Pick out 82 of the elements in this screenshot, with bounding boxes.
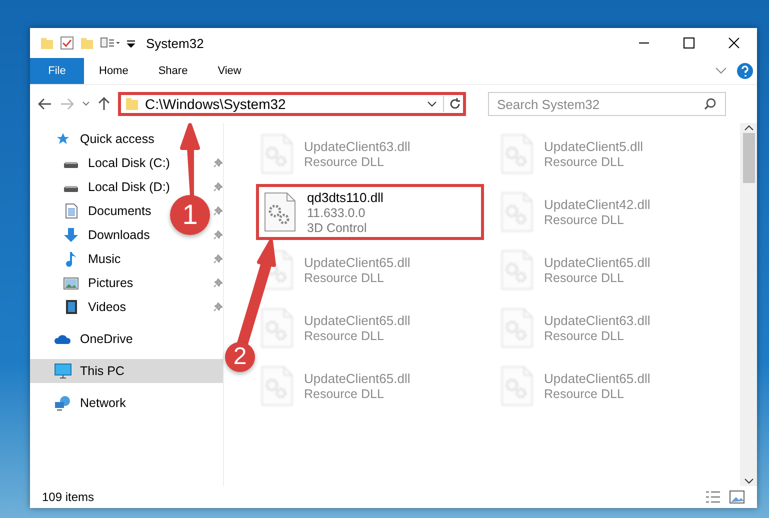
- file-name: qd3dts110.dll: [307, 190, 384, 204]
- address-bar[interactable]: C:\Windows\System32: [118, 92, 466, 116]
- file-gear-icon: [500, 249, 534, 291]
- sidebar-item[interactable]: Quick access: [30, 127, 223, 151]
- file-gear-icon: [260, 307, 294, 349]
- file-name: UpdateClient65.dll: [544, 371, 650, 386]
- picture-icon: [63, 276, 79, 290]
- maximize-icon[interactable]: [683, 37, 695, 49]
- file-detail: Resource DLL: [544, 329, 625, 343]
- sidebar-item[interactable]: Network: [30, 391, 223, 415]
- scrollbar-thumb[interactable]: [742, 133, 754, 183]
- item-count: 109 items: [42, 490, 94, 504]
- file-gear-icon: [500, 365, 534, 407]
- pin-icon[interactable]: [213, 158, 223, 168]
- monitor-icon: [54, 363, 72, 379]
- up-arrow-icon[interactable]: [98, 97, 110, 111]
- sidebar-item[interactable]: Music: [62, 247, 121, 271]
- file-gear-icon: [260, 133, 294, 175]
- scroll-up-icon[interactable]: [744, 125, 754, 131]
- details-view-icon[interactable]: [705, 490, 721, 504]
- pin-icon[interactable]: [213, 230, 223, 240]
- star-icon: [56, 132, 70, 146]
- sidebar-item[interactable]: Local Disk (C:): [62, 151, 170, 175]
- file-detail: Resource DLL: [544, 271, 625, 285]
- download-arrow-icon: [63, 227, 79, 243]
- file-detail: Resource DLL: [544, 155, 625, 169]
- file-name: UpdateClient63.dll: [544, 313, 650, 328]
- network-icon: [54, 395, 72, 411]
- file-detail: Resource DLL: [304, 271, 385, 285]
- file-name: UpdateClient65.dll: [544, 255, 650, 270]
- file-detail: Resource DLL: [304, 387, 385, 401]
- back-arrow-icon[interactable]: [38, 98, 52, 110]
- properties-icon[interactable]: [100, 36, 120, 50]
- scroll-down-icon[interactable]: [744, 478, 754, 484]
- sidebar-item[interactable]: This PC: [30, 359, 223, 383]
- document-icon: [64, 203, 78, 219]
- folder-icon: [125, 97, 139, 111]
- pin-icon[interactable]: [213, 206, 223, 216]
- sidebar-item[interactable]: Documents: [62, 199, 152, 223]
- file-detail: Resource DLL: [544, 387, 625, 401]
- sidebar-item[interactable]: Local Disk (D:): [62, 175, 170, 199]
- file-gear-icon: [500, 133, 534, 175]
- sidebar-item[interactable]: OneDrive: [30, 327, 223, 351]
- file-gear-icon: [260, 365, 294, 407]
- file-name: UpdateClient42.dll: [544, 197, 650, 212]
- help-icon[interactable]: [737, 63, 753, 79]
- search-icon[interactable]: [704, 98, 716, 110]
- file-name: UpdateClient5.dll: [544, 139, 644, 154]
- file-detail: 3D Control: [307, 220, 368, 234]
- file-name: UpdateClient65.dll: [304, 313, 410, 328]
- file-name: UpdateClient65.dll: [304, 255, 410, 270]
- music-note-icon: [65, 251, 77, 267]
- chevron-icon[interactable]: [427, 100, 437, 108]
- ribbon-tab[interactable]: Home: [84, 58, 144, 84]
- pin-icon[interactable]: [213, 254, 223, 264]
- file-detail: Resource DLL: [544, 213, 625, 227]
- file-detail: Resource DLL: [304, 155, 385, 169]
- file-gear-icon: [263, 191, 297, 233]
- cloud-icon: [54, 333, 72, 345]
- ribbon-tab[interactable]: File: [30, 58, 84, 84]
- file-item[interactable]: qd3dts110.dll 11.633.0.0 3D Control: [256, 184, 484, 240]
- film-icon: [64, 299, 78, 315]
- file-name: UpdateClient65.dll: [304, 371, 410, 386]
- search-field[interactable]: Search System32: [488, 92, 726, 116]
- checklist-icon[interactable]: [60, 36, 74, 50]
- file-detail: 11.633.0.0: [307, 206, 366, 220]
- ribbon-tab[interactable]: Share: [143, 58, 203, 84]
- ribbon-tab[interactable]: View: [202, 58, 256, 84]
- file-detail: Resource DLL: [304, 329, 385, 343]
- pin-icon[interactable]: [213, 182, 223, 192]
- window-title: System32: [146, 36, 205, 50]
- pin-icon[interactable]: [213, 278, 223, 288]
- file-gear-icon: [500, 307, 534, 349]
- refresh-icon[interactable]: [443, 96, 463, 112]
- sidebar-item[interactable]: Downloads: [62, 223, 150, 247]
- file-gear-icon: [500, 191, 534, 233]
- sidebar-item[interactable]: Pictures: [62, 271, 134, 295]
- file-name: UpdateClient63.dll: [304, 139, 410, 154]
- large-icons-view-icon[interactable]: [729, 490, 745, 504]
- pin-icon[interactable]: [213, 302, 223, 312]
- sidebar-item[interactable]: Videos: [62, 295, 126, 319]
- close-icon[interactable]: [728, 37, 740, 49]
